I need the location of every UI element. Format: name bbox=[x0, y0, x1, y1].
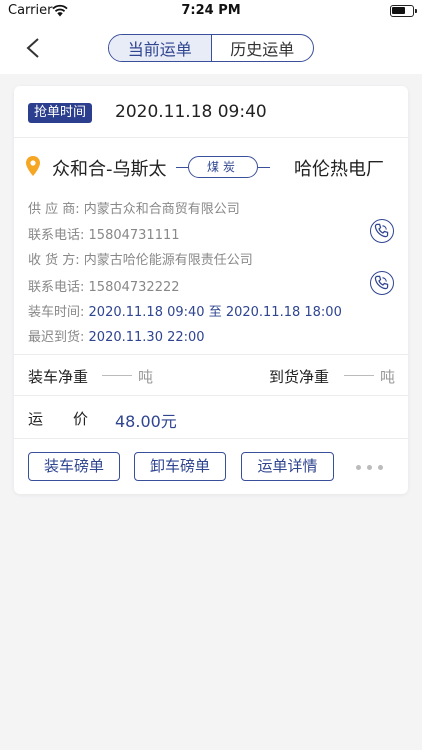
load-net-weight-label: 装车净重 bbox=[28, 368, 89, 386]
waybill-tabs: 当前运单 历史运单 bbox=[108, 34, 314, 62]
arrive-net-weight-label: 到货净重 bbox=[269, 368, 330, 386]
load-net-weight-value bbox=[102, 375, 132, 376]
receiver-phone-label: 联系电话: bbox=[28, 280, 85, 295]
net-weight-row: 装车净重 吨 到货净重 吨 bbox=[14, 364, 408, 388]
action-bar: 装车磅单 卸车磅单 运单详情 bbox=[14, 452, 408, 482]
divider bbox=[14, 395, 408, 396]
latest-arrival-label: 最迟到货: bbox=[28, 330, 85, 345]
latest-arrival-row: 最迟到货: 2020.11.30 22:00 bbox=[28, 326, 205, 345]
more-dots-icon[interactable] bbox=[356, 465, 384, 471]
loading-weigh-ticket-button[interactable]: 装车磅单 bbox=[28, 452, 120, 481]
supplier-phone-row: 联系电话: 15804731111 bbox=[28, 224, 180, 243]
nav-bar: 当前运单 历史运单 bbox=[0, 22, 422, 74]
price-value: 48.00元 bbox=[115, 412, 177, 431]
supplier-phone-label: 联系电话: bbox=[28, 228, 85, 243]
status-bar: Carrier 7:24 PM bbox=[0, 0, 422, 22]
supplier-phone-value: 15804731111 bbox=[88, 228, 180, 243]
receiver-label: 收 货 方: bbox=[28, 253, 80, 268]
arrive-net-weight-unit: 吨 bbox=[380, 368, 396, 386]
divider bbox=[14, 438, 408, 439]
clock-time: 7:24 PM bbox=[181, 3, 241, 18]
loading-time-label: 装车时间: bbox=[28, 305, 85, 320]
supplier-value: 内蒙古众和合商贸有限公司 bbox=[83, 202, 240, 217]
receiver-value: 内蒙古哈伦能源有限责任公司 bbox=[83, 253, 253, 268]
route-origin: 众和合-乌斯太 bbox=[52, 159, 167, 180]
supplier-label: 供 应 商: bbox=[28, 202, 80, 217]
price-label: 运 价 bbox=[28, 410, 89, 428]
latest-arrival-value: 2020.11.30 22:00 bbox=[88, 330, 205, 345]
loading-time-row: 装车时间: 2020.11.18 09:40 至 2020.11.18 18:0… bbox=[28, 301, 342, 320]
route-row: 众和合-乌斯太 煤炭 哈伦热电厂 bbox=[14, 152, 408, 182]
back-chevron-icon[interactable] bbox=[20, 34, 48, 62]
tab-current-waybill[interactable]: 当前运单 bbox=[109, 35, 212, 61]
call-receiver-button[interactable] bbox=[370, 271, 394, 295]
receiver-phone-row: 联系电话: 15804732222 bbox=[28, 276, 180, 295]
tab-history-waybill[interactable]: 历史运单 bbox=[212, 35, 314, 61]
waybill-details-button[interactable]: 运单详情 bbox=[241, 452, 334, 481]
cargo-badge: 煤炭 bbox=[188, 156, 258, 178]
grab-time-row: 抢单时间 2020.11.18 09:40 bbox=[14, 86, 408, 138]
unloading-weigh-ticket-button[interactable]: 卸车磅单 bbox=[134, 452, 226, 481]
loading-time-value: 2020.11.18 09:40 至 2020.11.18 18:00 bbox=[88, 305, 342, 320]
phone-icon bbox=[374, 275, 389, 290]
battery-icon bbox=[390, 5, 417, 17]
arrive-net-weight-value bbox=[344, 375, 374, 376]
divider bbox=[14, 354, 408, 355]
route-destination: 哈伦热电厂 bbox=[294, 159, 384, 180]
receiver-row: 收 货 方: 内蒙古哈伦能源有限责任公司 bbox=[28, 249, 253, 268]
load-net-weight-unit: 吨 bbox=[138, 368, 154, 386]
grab-time-tag: 抢单时间 bbox=[28, 103, 93, 123]
route-connector-left bbox=[176, 167, 188, 168]
location-pin-icon bbox=[26, 156, 40, 176]
phone-icon bbox=[374, 223, 389, 238]
receiver-phone-value: 15804732222 bbox=[88, 280, 180, 295]
waybill-card[interactable]: 抢单时间 2020.11.18 09:40 众和合-乌斯太 煤炭 哈伦热电厂 供… bbox=[14, 86, 408, 494]
supplier-row: 供 应 商: 内蒙古众和合商贸有限公司 bbox=[28, 198, 240, 217]
call-supplier-button[interactable] bbox=[370, 219, 394, 243]
route-connector-right bbox=[258, 167, 270, 168]
grab-time-value: 2020.11.18 09:40 bbox=[115, 102, 267, 122]
